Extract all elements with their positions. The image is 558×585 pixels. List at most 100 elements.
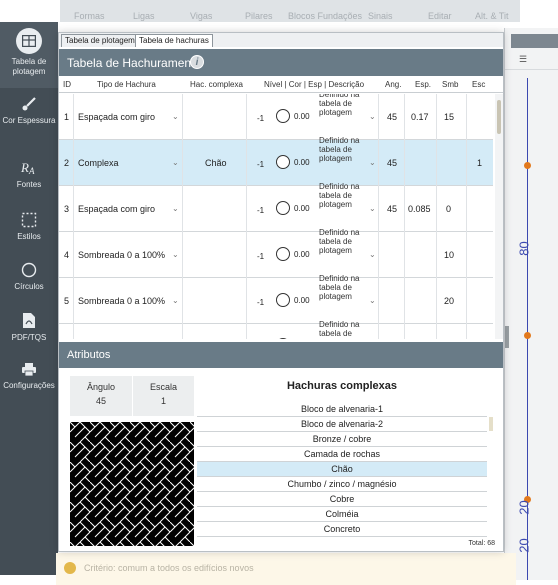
hac-complexa-cell[interactable] xyxy=(183,232,247,278)
nivel-cell[interactable]: -1 0.00 Definido na tabela de plotagem ⌄ xyxy=(247,228,379,278)
bg-menu-item: Vigas xyxy=(190,11,213,21)
description-value: Definido na tabela de plotagem xyxy=(319,320,360,339)
sidebar-item-estilos[interactable]: Estilos xyxy=(0,212,58,242)
table-scrollbar[interactable] xyxy=(495,94,503,339)
ang-value[interactable]: 45 xyxy=(387,158,397,168)
circle-icon xyxy=(21,262,37,278)
sidebar-item-label: Cor Espessura xyxy=(2,116,56,125)
table-row[interactable]: 4 Sombreada 0 a 100% ⌄ -1 0.00 Definido n… xyxy=(59,228,493,278)
column-header: Hac. complexa xyxy=(190,80,243,89)
list-item[interactable]: Colméia xyxy=(197,507,487,522)
dashed-square-icon xyxy=(21,212,37,228)
scrollbar-thumb[interactable] xyxy=(497,100,501,134)
svg-text:R: R xyxy=(20,160,29,175)
list-scrollbar[interactable] xyxy=(489,417,493,431)
row-id: 5 xyxy=(64,296,70,306)
chevron-down-icon[interactable]: ⌄ xyxy=(369,250,376,259)
list-item[interactable]: Camada de rochas xyxy=(197,447,487,462)
chevron-down-icon[interactable]: ⌄ xyxy=(369,158,376,167)
attributes-header: Atributos xyxy=(59,342,503,368)
tipo-select[interactable]: Espaçada com giro ⌄ xyxy=(74,186,183,232)
nivel-cell[interactable]: -1 0.00 Definido na tabela de plotagem ⌄ xyxy=(247,136,379,186)
tipo-select[interactable]: Sombreada 0 a 100% ⌄ xyxy=(74,278,183,324)
smb-value[interactable]: 10 xyxy=(444,250,454,260)
sidebar-item-circulos[interactable]: Círculos xyxy=(0,262,58,292)
nivel-cell[interactable]: -1 0.00 Definido na tabela de plotagem ⌄ xyxy=(247,94,379,140)
color-radio[interactable] xyxy=(276,201,290,215)
list-item[interactable]: Concreto xyxy=(197,522,487,537)
tipo-value: Sombreada 0 a 100% xyxy=(78,296,166,306)
panel-tab[interactable] xyxy=(511,34,558,48)
list-item[interactable]: Cobre xyxy=(197,492,487,507)
hatch-pattern-preview xyxy=(70,422,194,546)
sidebar-item-configuracoes[interactable]: Configurações xyxy=(0,362,58,391)
tipo-select[interactable]: Espaçada com giro ⌄ xyxy=(74,94,183,140)
tab-tabela-de-hachuras[interactable]: Tabela de hachuras xyxy=(135,34,213,47)
sidebar: Tabela de plotagem Cor Espessura RA Font… xyxy=(0,22,58,575)
table-row[interactable]: 3 Espaçada com giro ⌄ -1 0.00 Definido na… xyxy=(59,182,493,232)
angle-field[interactable]: Ângulo 45 xyxy=(70,376,132,416)
panel-scrollbar[interactable] xyxy=(505,326,509,348)
column-header: ID xyxy=(63,80,71,89)
chevron-down-icon[interactable]: ⌄ xyxy=(369,296,376,305)
hac-complexa-cell[interactable] xyxy=(183,278,247,324)
smb-value[interactable]: 15 xyxy=(444,112,454,122)
list-item[interactable]: Chumbo / zinco / magnésio xyxy=(197,477,487,492)
sidebar-item-label: Configurações xyxy=(3,381,55,390)
table-row[interactable]: Definido na tabela de plotagem xyxy=(59,320,493,339)
chevron-down-icon[interactable]: ⌄ xyxy=(369,112,376,121)
sidebar-item-fontes[interactable]: RA Fontes xyxy=(0,160,58,190)
tab-bar: Tabela de plotagem Tabela de hachuras xyxy=(59,33,503,47)
attributes-panel: Ângulo 45 Escala 1 Hachuras complexas Bl… xyxy=(59,368,503,551)
info-icon[interactable]: i xyxy=(190,55,204,69)
list-item[interactable]: Chão xyxy=(197,462,487,477)
list-icon[interactable]: ☰ xyxy=(519,54,527,65)
hac-complexa-cell[interactable] xyxy=(183,186,247,232)
bg-menu-item: Blocos Fundações xyxy=(288,11,363,21)
hac-complexa-cell[interactable] xyxy=(183,94,247,140)
smb-value[interactable]: 0 xyxy=(446,204,451,214)
chevron-down-icon: ⌄ xyxy=(172,204,179,213)
sidebar-item-label: Tabela de plotagem xyxy=(11,57,47,76)
sidebar-item-tabela-de-plotagem[interactable]: Tabela de plotagem xyxy=(0,22,58,88)
color-radio[interactable] xyxy=(276,293,290,307)
tipo-select[interactable]: Sombreada 0 a 100% ⌄ xyxy=(74,232,183,278)
tipo-select[interactable]: Complexa ⌄ xyxy=(74,140,183,186)
table-row[interactable]: 1 Espaçada com giro ⌄ -1 0.00 Definido na… xyxy=(59,94,493,140)
hac-complexa-cell[interactable]: Chão xyxy=(183,140,247,186)
hatch-table-dialog: Tabela de plotagem Tabela de hachuras Ta… xyxy=(58,32,504,552)
bg-menu-item: Ligas xyxy=(133,11,155,21)
color-radio[interactable] xyxy=(276,109,290,123)
nivel-cell[interactable]: -1 0.00 Definido na tabela de plotagem ⌄ xyxy=(247,182,379,232)
smb-value[interactable]: 20 xyxy=(444,296,454,306)
list-item[interactable]: Bloco de alvenaria-2 xyxy=(197,417,487,432)
total-count: Total: 68 xyxy=(468,540,495,547)
list-item[interactable]: Bloco de alvenaria-1 xyxy=(197,402,487,417)
scale-value: 1 xyxy=(160,396,166,406)
color-radio[interactable] xyxy=(276,247,290,261)
esp-value[interactable]: 0.17 xyxy=(411,112,429,122)
esc-value[interactable]: 1 xyxy=(477,158,482,168)
ang-value[interactable]: 45 xyxy=(387,112,397,122)
color-radio[interactable] xyxy=(276,155,290,169)
chevron-down-icon[interactable]: ⌄ xyxy=(369,204,376,213)
sidebar-item-pdf-tqs[interactable]: PDF/TQS xyxy=(0,312,58,343)
table-row[interactable]: 2 Complexa ⌄ Chão -1 0.00 Definido na tab… xyxy=(59,136,493,186)
scale-field[interactable]: Escala 1 xyxy=(132,376,194,416)
list-item[interactable]: Bronze / cobre xyxy=(197,432,487,447)
sidebar-item-cor-espessura[interactable]: Cor Espessura xyxy=(0,96,58,126)
tipo-value: Espaçada com giro xyxy=(78,112,156,122)
line-thickness-value: 0.00 xyxy=(294,112,310,121)
table-row[interactable]: 5 Sombreada 0 a 100% ⌄ -1 0.00 Definido n… xyxy=(59,274,493,324)
background-menu-bar: Formas Ligas Vigas Pilares Blocos Fundaç… xyxy=(60,0,520,22)
nivel-cell[interactable]: -1 0.00 Definido na tabela de plotagem ⌄ xyxy=(247,274,379,324)
sidebar-item-label: Círculos xyxy=(14,282,44,291)
tipo-value: Complexa xyxy=(78,158,119,168)
ang-value[interactable]: 45 xyxy=(387,204,397,214)
pdf-icon xyxy=(23,313,35,328)
color-radio[interactable] xyxy=(276,338,290,339)
column-header: Smb xyxy=(442,80,459,89)
ruler-marker xyxy=(524,162,531,169)
esp-value[interactable]: 0.085 xyxy=(408,204,431,214)
tab-tabela-de-plotagem[interactable]: Tabela de plotagem xyxy=(61,34,139,47)
